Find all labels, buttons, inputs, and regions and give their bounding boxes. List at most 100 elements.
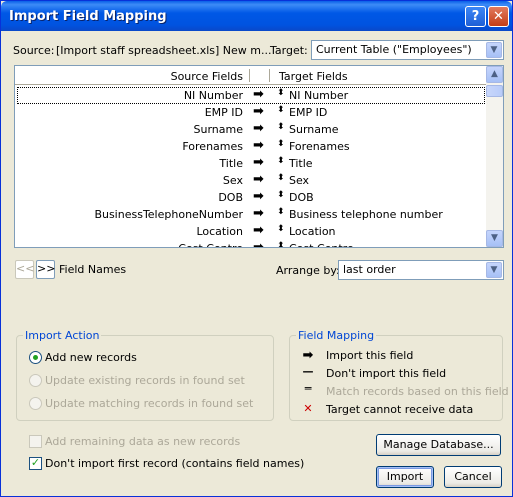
add-new-records-label: Add new records — [45, 351, 137, 364]
table-row[interactable]: BusinessTelephoneNumber ➡ ⬍ Business teleph… — [15, 206, 487, 223]
target-field-name: Forenames — [289, 140, 350, 153]
scroll-up-icon[interactable]: ▲ — [486, 66, 503, 83]
header-target-fields: Target Fields — [279, 70, 348, 83]
field-mapping-title: Field Mapping — [296, 329, 377, 342]
source-field-name: BusinessTelephoneNumber — [94, 208, 243, 221]
import-arrow-icon[interactable]: ➡ — [253, 240, 264, 247]
reorder-handle-icon[interactable]: ⬍ — [277, 190, 285, 200]
table-row[interactable]: EMP ID ➡ ⬍ EMP ID — [15, 104, 487, 121]
source-field-name: Forenames — [182, 140, 243, 153]
help-button[interactable]: ? — [465, 6, 486, 27]
import-arrow-icon[interactable]: ➡ — [253, 223, 264, 238]
source-value: [Import staff spreadsheet.xls] New m... — [56, 44, 272, 57]
header-divider — [249, 69, 250, 82]
title-bar: Import Field Mapping ? ✕ — [1, 1, 512, 31]
target-field-name: NI Number — [289, 89, 349, 102]
reorder-handle-icon[interactable]: ⬍ — [277, 241, 285, 247]
target-field-name: EMP ID — [289, 106, 328, 119]
table-row[interactable]: Forenames ➡ ⬍ Forenames — [15, 138, 487, 155]
source-field-name: EMP ID — [204, 106, 243, 119]
import-arrow-icon[interactable]: ➡ — [253, 87, 264, 102]
target-field-name: Surname — [289, 123, 339, 136]
chevron-down-icon: ▼ — [486, 262, 502, 278]
update-matching-label: Update matching records in found set — [45, 397, 254, 410]
table-row[interactable]: DOB ➡ ⬍ DOB — [15, 189, 487, 206]
legend-import-label: Import this field — [326, 349, 414, 362]
target-dropdown[interactable]: Current Table ("Employees") ▼ — [311, 40, 504, 60]
import-arrow-icon[interactable]: ➡ — [253, 104, 264, 119]
chevron-down-icon: ▼ — [486, 42, 502, 58]
manage-database-button[interactable]: Manage Database... — [376, 434, 501, 456]
update-existing-label: Update existing records in found set — [45, 374, 245, 387]
reorder-handle-icon[interactable]: ⬍ — [277, 156, 285, 166]
reorder-handle-icon[interactable]: ⬍ — [277, 173, 285, 183]
source-field-name: NI Number — [183, 89, 243, 102]
import-arrow-icon[interactable]: ➡ — [253, 172, 264, 187]
target-field-name: Location — [289, 225, 336, 238]
table-row[interactable]: Sex ➡ ⬍ Sex — [15, 172, 487, 189]
target-label: Target: — [270, 44, 308, 57]
add-remaining-checkbox[interactable] — [29, 435, 42, 448]
legend-match-label: Match records based on this field — [326, 385, 509, 398]
target-field-name: Business telephone number — [289, 208, 443, 221]
reorder-handle-icon[interactable]: ⬍ — [277, 139, 285, 149]
reorder-handle-icon[interactable]: ⬍ — [277, 105, 285, 115]
header-divider — [269, 69, 270, 82]
dont-import-first-label: Don't import first record (contains fiel… — [45, 457, 305, 470]
cancel-button[interactable]: Cancel — [444, 466, 502, 488]
table-row[interactable]: Title ➡ ⬍ Title — [15, 155, 487, 172]
header-source-fields: Source Fields — [170, 70, 243, 83]
target-field-name: DOB — [289, 191, 314, 204]
reorder-handle-icon[interactable]: ⬍ — [277, 224, 285, 234]
reorder-handle-icon[interactable]: ⬍ — [277, 122, 285, 132]
arrange-by-dropdown[interactable]: last order ▼ — [338, 260, 504, 280]
table-row[interactable]: NI Number ➡ ⬍ NI Number — [17, 87, 485, 104]
field-mapping-legend-group: Field Mapping ➡ Import this field — Don'… — [289, 329, 509, 421]
import-arrow-icon: ➡ — [302, 348, 314, 363]
dont-import-first-checkbox[interactable]: ✓ — [29, 457, 42, 470]
table-row[interactable]: Cost Centre ➡ ⬍ Cost Centre — [15, 240, 487, 247]
update-existing-radio[interactable] — [29, 374, 42, 387]
reorder-handle-icon[interactable]: ⬍ — [277, 207, 285, 217]
source-field-name: Cost Centre — [15, 242, 243, 247]
source-field-name: DOB — [218, 191, 243, 204]
scroll-thumb[interactable] — [486, 85, 503, 97]
import-action-title: Import Action — [23, 329, 102, 342]
target-dropdown-value: Current Table ("Employees") — [316, 43, 472, 56]
arrange-by-value: last order — [343, 263, 396, 276]
field-mapping-grid[interactable]: Source Fields Target Fields NI Number ➡ ⬍ N… — [14, 65, 504, 248]
window-title: Import Field Mapping — [9, 9, 167, 24]
source-field-name: Location — [196, 225, 243, 238]
import-arrow-icon[interactable]: ➡ — [253, 138, 264, 153]
add-new-records-radio[interactable] — [29, 351, 42, 364]
table-row[interactable]: Location ➡ ⬍ Location — [15, 223, 487, 240]
update-matching-radio[interactable] — [29, 397, 42, 410]
next-record-button[interactable]: >> — [36, 260, 55, 279]
previous-record-button[interactable]: << — [15, 260, 34, 279]
import-button[interactable]: Import — [376, 466, 434, 488]
import-arrow-icon[interactable]: ➡ — [253, 206, 264, 221]
scroll-down-icon[interactable]: ▼ — [486, 230, 503, 247]
import-arrow-icon[interactable]: ➡ — [253, 189, 264, 204]
import-field-mapping-dialog: Import Field Mapping ? ✕ Source: [Import… — [0, 0, 513, 497]
grid-header: Source Fields Target Fields — [15, 66, 487, 85]
arrange-by-label: Arrange by: — [276, 264, 340, 277]
source-field-name: Sex — [222, 174, 243, 187]
cannot-receive-icon: ✕ — [303, 402, 313, 415]
close-button[interactable]: ✕ — [488, 6, 509, 27]
import-arrow-icon[interactable]: ➡ — [253, 155, 264, 170]
source-field-name: Title — [219, 157, 243, 170]
radio-selected-dot — [33, 355, 38, 360]
source-label: Source: — [13, 44, 55, 57]
import-arrow-icon[interactable]: ➡ — [253, 121, 264, 136]
table-row[interactable]: Surname ➡ ⬍ Surname — [15, 121, 487, 138]
target-field-name: Sex — [289, 174, 310, 187]
source-field-name: Surname — [193, 123, 243, 136]
add-remaining-label: Add remaining data as new records — [45, 435, 241, 448]
field-names-label: Field Names — [59, 263, 127, 276]
target-field-name: Title — [289, 157, 313, 170]
legend-cannot-receive-label: Target cannot receive data — [326, 403, 474, 416]
grid-scrollbar[interactable]: ▲ ▼ — [486, 66, 503, 247]
reorder-handle-icon[interactable]: ⬍ — [277, 88, 285, 98]
match-icon: ═ — [304, 382, 312, 395]
